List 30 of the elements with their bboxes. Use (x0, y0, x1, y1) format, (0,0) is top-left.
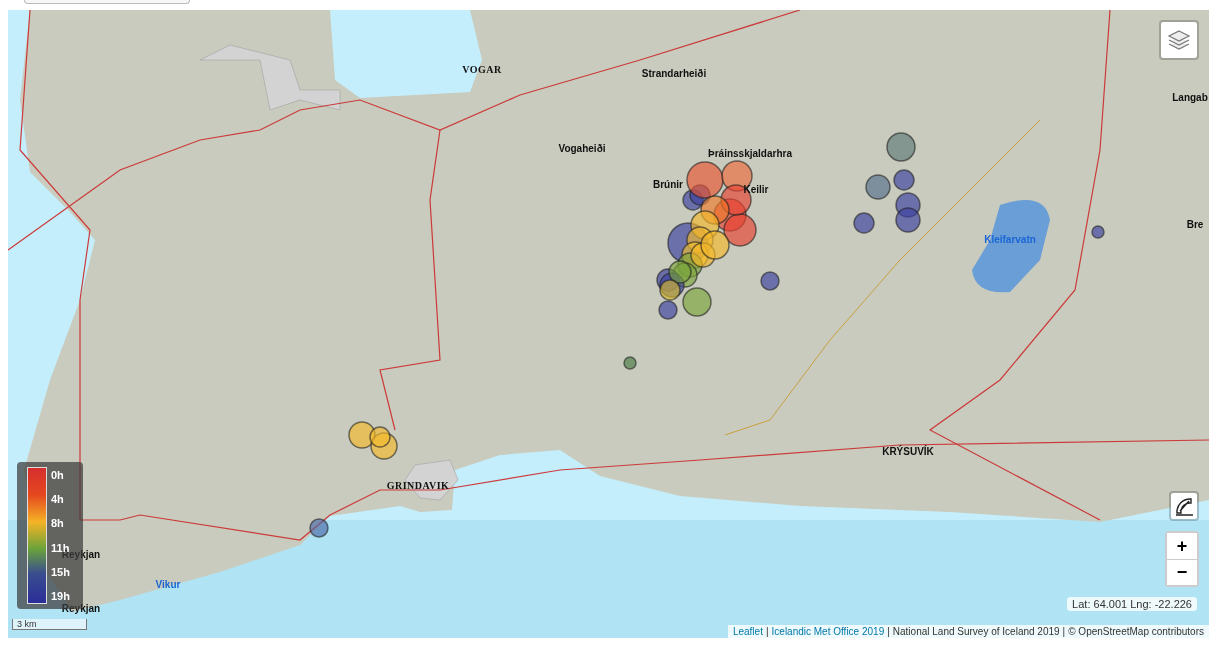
attribution-text: National Land Survey of Iceland 2019 (892, 626, 1060, 637)
legend-label: 0h (51, 469, 65, 481)
ruler-icon (1173, 495, 1195, 517)
attribution-text: © OpenStreetMap contributors (1068, 626, 1204, 637)
place-label: Strandarheiði (641, 67, 707, 79)
attribution-link[interactable]: Leaflet (732, 626, 763, 637)
place-label: GRINDAVIK (386, 479, 450, 491)
place-label: Bre (1186, 218, 1204, 230)
legend-label: 4h (51, 493, 65, 506)
attribution-link[interactable]: Icelandic Met Office 2019 (771, 626, 885, 637)
place-label: Langab (1172, 91, 1208, 103)
place-label: Brúnir (653, 178, 683, 190)
place-label: Vikur (155, 578, 181, 590)
separator: | (765, 626, 769, 637)
legend-label: 11h (51, 541, 70, 554)
legend-label: 19h (51, 589, 70, 602)
layers-button[interactable] (1159, 20, 1199, 60)
place-label: Reykjan (61, 602, 101, 614)
place-label: VOGAR (462, 63, 502, 75)
measure-button[interactable] (1169, 491, 1199, 521)
legend-label: 15h (51, 565, 70, 578)
scale-bar: 3 km (12, 619, 87, 630)
zoom-out-button[interactable]: − (1167, 559, 1197, 585)
legend-label: 8h (51, 517, 65, 530)
separator: | (1062, 626, 1066, 637)
coordinates-readout: Lat: 64.001 Lng: -22.226 (1067, 597, 1197, 611)
place-label: KRÝSUVÍK (882, 445, 934, 457)
place-label: Vogaheiði (558, 142, 606, 154)
separator: | (887, 626, 890, 637)
place-label: Þráinsskjaldarhra (708, 147, 792, 159)
